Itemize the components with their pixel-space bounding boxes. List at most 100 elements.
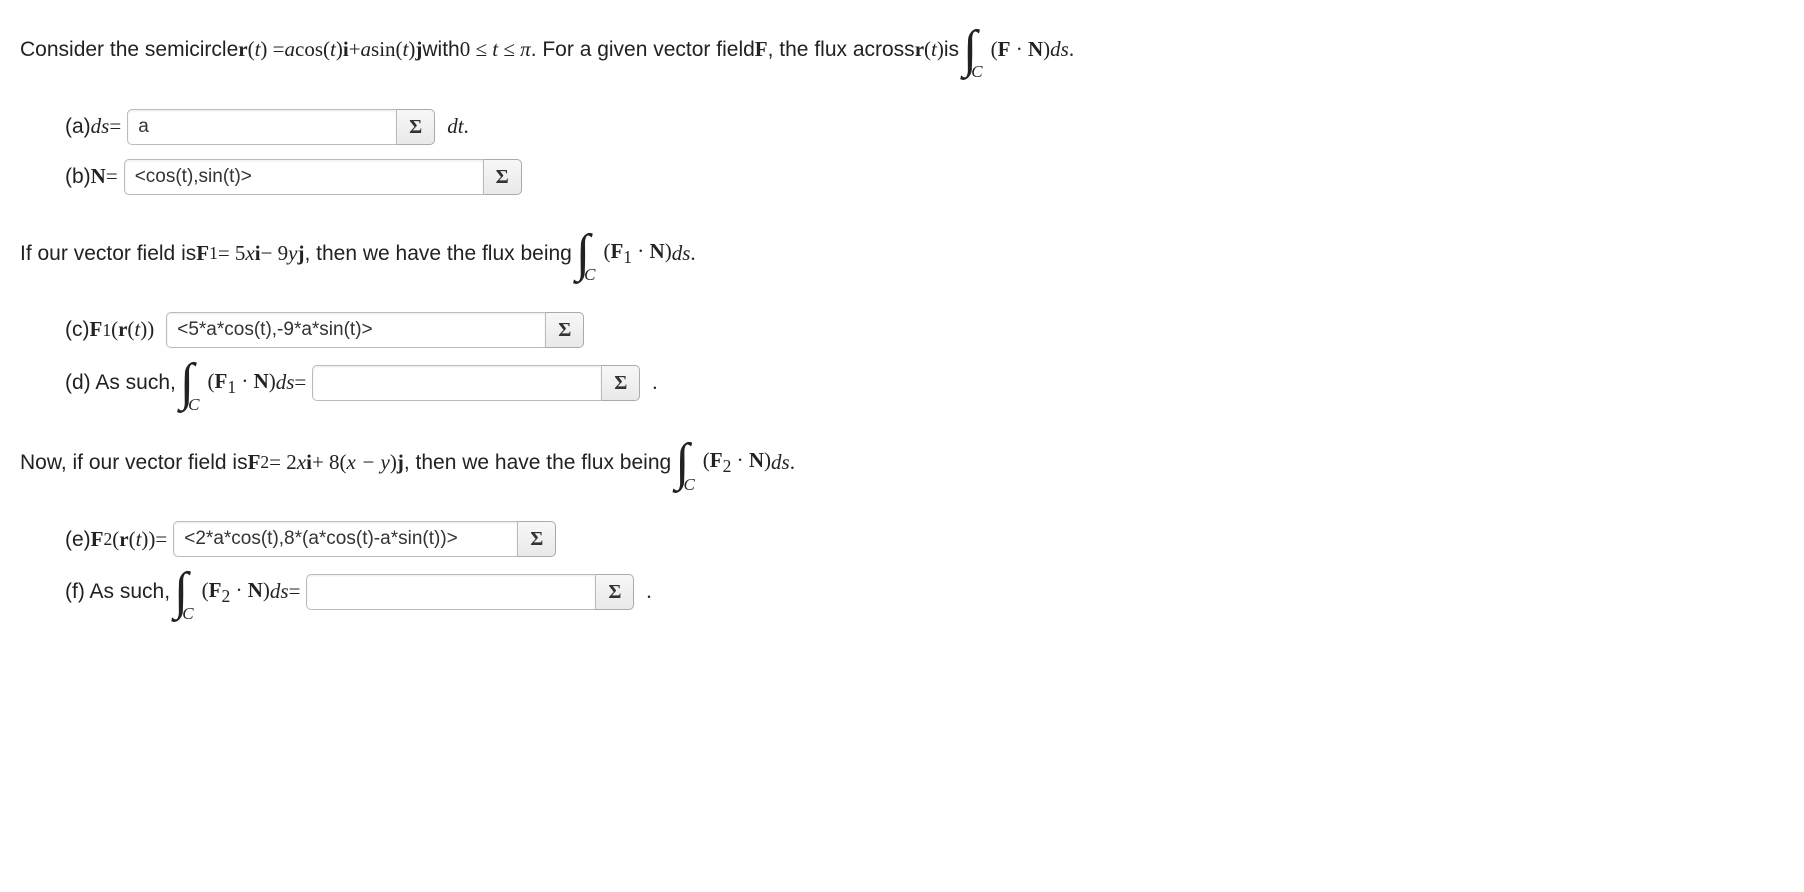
dt: dt — [447, 112, 463, 141]
sub2: 2 — [104, 527, 113, 552]
sub1: 1 — [102, 318, 111, 343]
label-f: (f) As such, — [65, 577, 170, 606]
x: x — [245, 239, 254, 268]
j-hat: j — [397, 448, 404, 477]
period: . — [790, 448, 795, 477]
ds: ds — [91, 112, 110, 141]
x: x — [297, 448, 306, 477]
text: + — [349, 35, 361, 64]
text: − 9 — [261, 239, 289, 268]
text: ) — [390, 448, 397, 477]
part-c: (c) F 1 (r(t)) Σ — [65, 312, 1784, 348]
label-a: (a) — [65, 112, 91, 141]
input-d[interactable] — [312, 365, 602, 401]
text: is — [944, 35, 959, 64]
text: = 2 — [269, 448, 297, 477]
eq: = — [294, 368, 306, 397]
text: . For a given vector field — [531, 35, 755, 64]
integral-icon: ∫C — [963, 29, 987, 71]
integrand: (F · N) — [991, 35, 1051, 64]
sigma-button[interactable]: Σ — [546, 312, 584, 348]
part-d: (d) As such, ∫C (F1 · N) ds = Σ . — [65, 362, 1784, 404]
sigma-button[interactable]: Σ — [602, 365, 640, 401]
F1: F — [196, 239, 209, 268]
text: ) = — [260, 35, 284, 64]
integrand: (F2 · N) — [703, 446, 771, 479]
integral-icon: ∫C — [675, 442, 699, 484]
ds: ds — [1050, 35, 1069, 64]
sub2: 2 — [260, 450, 269, 475]
sigma-button[interactable]: Σ — [596, 574, 634, 610]
text: If our vector field is — [20, 239, 196, 268]
input-a[interactable] — [127, 109, 397, 145]
ds: ds — [270, 577, 289, 606]
eq: = — [109, 112, 121, 141]
period: . — [1069, 35, 1074, 64]
integral-icon: ∫C — [180, 362, 204, 404]
r-of-t: (r(t)) — [112, 525, 155, 554]
text: Now, if our vector field is — [20, 448, 248, 477]
text: + 8( — [312, 448, 347, 477]
text: ( — [248, 35, 255, 64]
eq: = — [289, 577, 301, 606]
F: F — [755, 35, 768, 64]
input-b[interactable] — [124, 159, 484, 195]
part-e: (e) F 2 (r(t)) = Σ — [65, 521, 1784, 557]
a: a — [285, 35, 296, 64]
text: ) — [336, 35, 343, 64]
F2: F — [248, 448, 261, 477]
part-a: (a) ds = Σ dt . — [65, 109, 1784, 145]
text: sin( — [371, 35, 403, 64]
eq: = — [106, 162, 118, 191]
text: Consider the semicircle — [20, 35, 238, 64]
label-c: (c) — [65, 315, 90, 344]
ds: ds — [276, 368, 295, 397]
sigma-button[interactable]: Σ — [484, 159, 522, 195]
ds: ds — [672, 239, 691, 268]
integrand: (F1 · N) — [207, 367, 275, 400]
integrand: (F1 · N) — [603, 237, 671, 270]
text: = 5 — [218, 239, 246, 268]
input-c[interactable] — [166, 312, 546, 348]
label-b: (b) — [65, 162, 91, 191]
a: a — [361, 35, 372, 64]
y: y — [288, 239, 297, 268]
r-symbol: r — [238, 35, 247, 64]
label-d: (d) As such, — [65, 368, 176, 397]
text: , the flux across — [768, 35, 915, 64]
range: 0 ≤ t ≤ π — [460, 35, 531, 64]
period: . — [652, 368, 657, 397]
F1: F — [90, 315, 103, 344]
sigma-button[interactable]: Σ — [518, 521, 556, 557]
part-f: (f) As such, ∫C (F2 · N) ds = Σ . — [65, 571, 1784, 613]
r-symbol: r — [915, 35, 924, 64]
text: with — [422, 35, 459, 64]
ds: ds — [771, 448, 790, 477]
text: ( — [924, 35, 931, 64]
text: , then we have the flux being — [305, 239, 572, 268]
mid-text-1: If our vector field is F 1 = 5 x i − 9 y… — [20, 233, 1784, 275]
eq: = — [155, 525, 167, 554]
text: , then we have the flux being — [404, 448, 671, 477]
integrand: (F2 · N) — [202, 576, 270, 609]
j-hat: j — [298, 239, 305, 268]
sigma-button[interactable]: Σ — [397, 109, 435, 145]
part-b: (b) N = Σ — [65, 159, 1784, 195]
intro-line: Consider the semicircle r ( t ) = a cos(… — [20, 29, 1784, 71]
xmy: x − y — [347, 448, 390, 477]
F2: F — [91, 525, 104, 554]
mid-text-2: Now, if our vector field is F 2 = 2 x i … — [20, 442, 1784, 484]
integral-icon: ∫C — [576, 233, 600, 275]
label-e: (e) — [65, 525, 91, 554]
r-of-t: (r(t)) — [111, 315, 154, 344]
input-e[interactable] — [173, 521, 518, 557]
N: N — [91, 162, 106, 191]
period: . — [646, 577, 651, 606]
text: ) — [937, 35, 944, 64]
period: . — [464, 112, 469, 141]
period: . — [690, 239, 695, 268]
input-f[interactable] — [306, 574, 596, 610]
integral-icon: ∫C — [174, 571, 198, 613]
text: cos( — [295, 35, 330, 64]
sub1: 1 — [209, 241, 218, 266]
